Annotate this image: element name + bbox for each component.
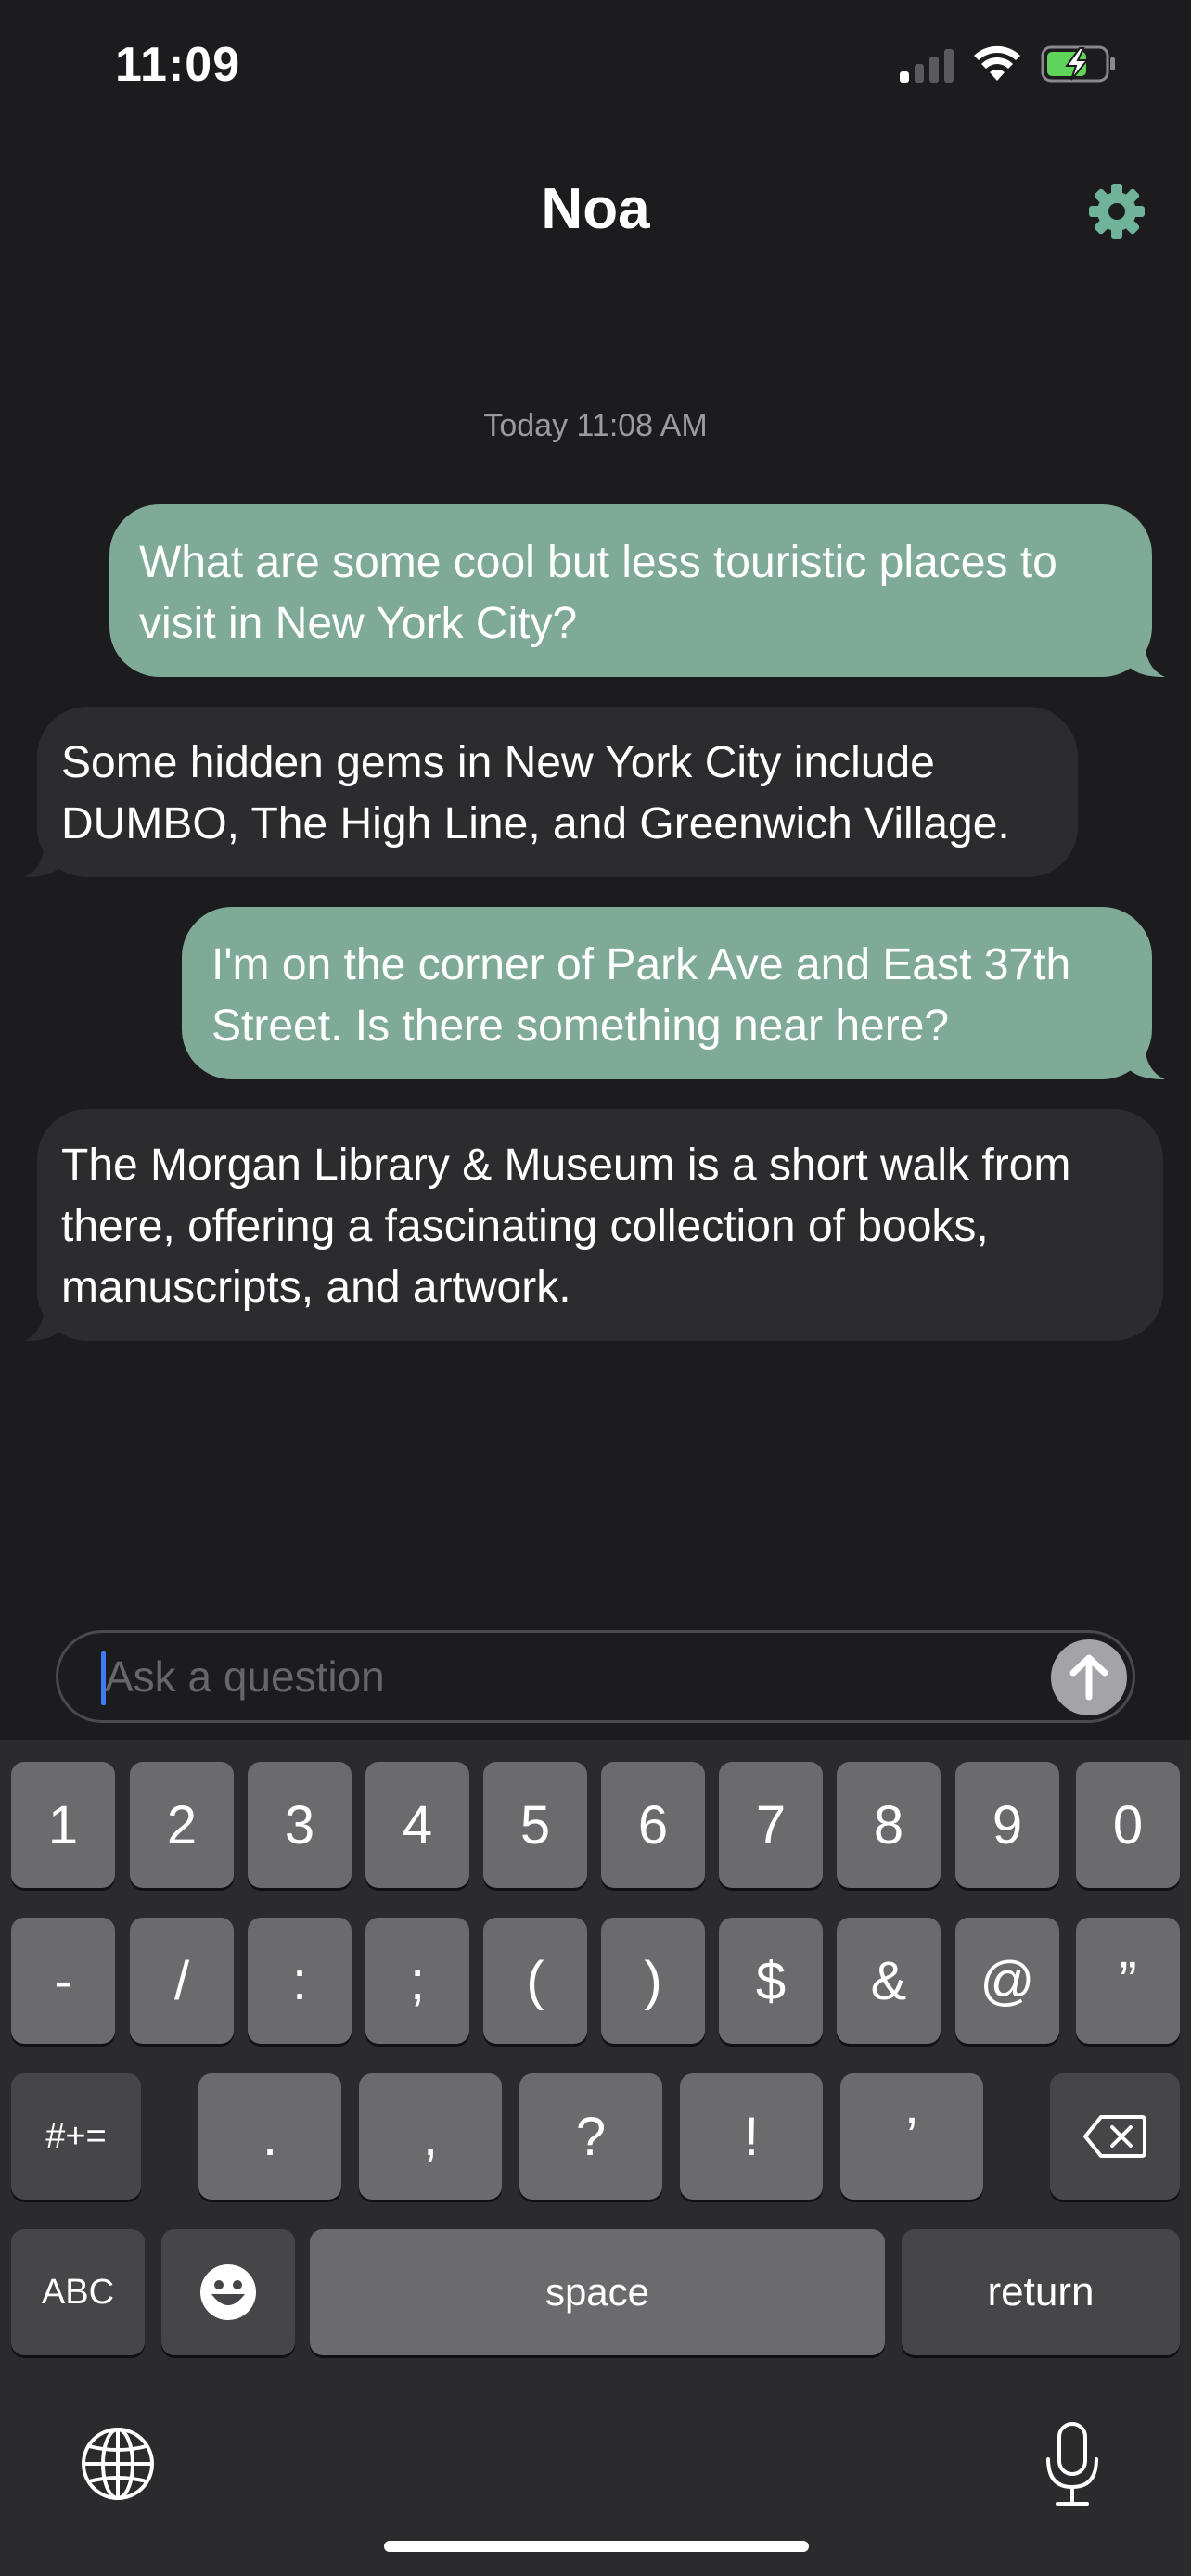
microphone-icon[interactable] <box>1043 2420 1102 2509</box>
key-2[interactable]: 2 <box>130 1762 234 1888</box>
emoji-button[interactable] <box>161 2229 295 2355</box>
keyboard: 1 2 3 4 5 6 7 8 9 0 - / : ; ( ) $ & @ ” … <box>0 1740 1191 2576</box>
key-1[interactable]: 1 <box>11 1762 115 1888</box>
chat-title: Noa <box>541 177 650 241</box>
bubble-tail <box>1128 1042 1165 1079</box>
key-quote[interactable]: ” <box>1076 1918 1180 2044</box>
key-3[interactable]: 3 <box>248 1762 352 1888</box>
key-colon[interactable]: : <box>248 1918 352 2044</box>
battery-charging-icon <box>1041 45 1115 83</box>
arrow-up-icon <box>1069 1654 1108 1701</box>
bubble-tail <box>1128 640 1165 677</box>
home-indicator[interactable] <box>384 2541 809 2552</box>
bubble-tail <box>24 1304 61 1341</box>
key-abc[interactable]: ABC <box>11 2229 145 2355</box>
user-message-bubble: I'm on the corner of Park Ave and East 3… <box>182 907 1165 1079</box>
space-bar[interactable]: space <box>310 2229 885 2355</box>
key-more-symbols[interactable]: #+= <box>11 2073 141 2200</box>
globe-icon[interactable] <box>80 2426 156 2502</box>
assistant-message-bubble: The Morgan Library & Museum is a short w… <box>24 1109 1163 1341</box>
delete-button[interactable] <box>1050 2073 1180 2200</box>
key-6[interactable]: 6 <box>601 1762 705 1888</box>
key-8[interactable]: 8 <box>837 1762 941 1888</box>
status-icons <box>900 45 1117 83</box>
key-5[interactable]: 5 <box>483 1762 587 1888</box>
key-at[interactable]: @ <box>955 1918 1059 2044</box>
key-dollar[interactable]: $ <box>719 1918 823 2044</box>
bubble-tail <box>24 840 61 877</box>
message-text: Some hidden gems in New York City includ… <box>61 738 1010 848</box>
date-separator: Today 11:08 AM <box>483 408 708 443</box>
cellular-signal-icon <box>900 45 954 83</box>
message-text: I'm on the corner of Park Ave and East 3… <box>211 940 1071 1051</box>
key-semicolon[interactable]: ; <box>365 1918 469 2044</box>
emoji-icon <box>200 2264 256 2320</box>
key-apostrophe[interactable]: ’ <box>840 2073 983 2200</box>
status-time: 11:09 <box>115 38 241 92</box>
key-exclamation[interactable]: ! <box>680 2073 823 2200</box>
key-slash[interactable]: / <box>130 1918 234 2044</box>
wifi-icon <box>974 45 1020 81</box>
key-9[interactable]: 9 <box>955 1762 1059 1888</box>
key-question[interactable]: ? <box>519 2073 662 2200</box>
return-key[interactable]: return <box>902 2229 1180 2355</box>
assistant-message-bubble: Some hidden gems in New York City includ… <box>24 707 1078 877</box>
key-open-paren[interactable]: ( <box>483 1918 587 2044</box>
settings-gear-icon[interactable] <box>1087 182 1146 241</box>
key-hyphen[interactable]: - <box>11 1918 115 2044</box>
key-7[interactable]: 7 <box>719 1762 823 1888</box>
key-close-paren[interactable]: ) <box>601 1918 705 2044</box>
question-input[interactable] <box>105 1633 1032 1720</box>
user-message-bubble: What are some cool but less touristic pl… <box>109 504 1165 677</box>
key-period[interactable]: . <box>198 2073 341 2200</box>
key-0[interactable]: 0 <box>1076 1762 1180 1888</box>
key-4[interactable]: 4 <box>365 1762 469 1888</box>
send-button[interactable] <box>1051 1639 1127 1715</box>
key-comma[interactable]: , <box>359 2073 502 2200</box>
message-text: What are some cool but less touristic pl… <box>139 538 1057 648</box>
backspace-icon <box>1083 2115 1146 2158</box>
message-text: The Morgan Library & Museum is a short w… <box>61 1141 1071 1312</box>
composer <box>56 1630 1135 1723</box>
key-ampersand[interactable]: & <box>837 1918 941 2044</box>
